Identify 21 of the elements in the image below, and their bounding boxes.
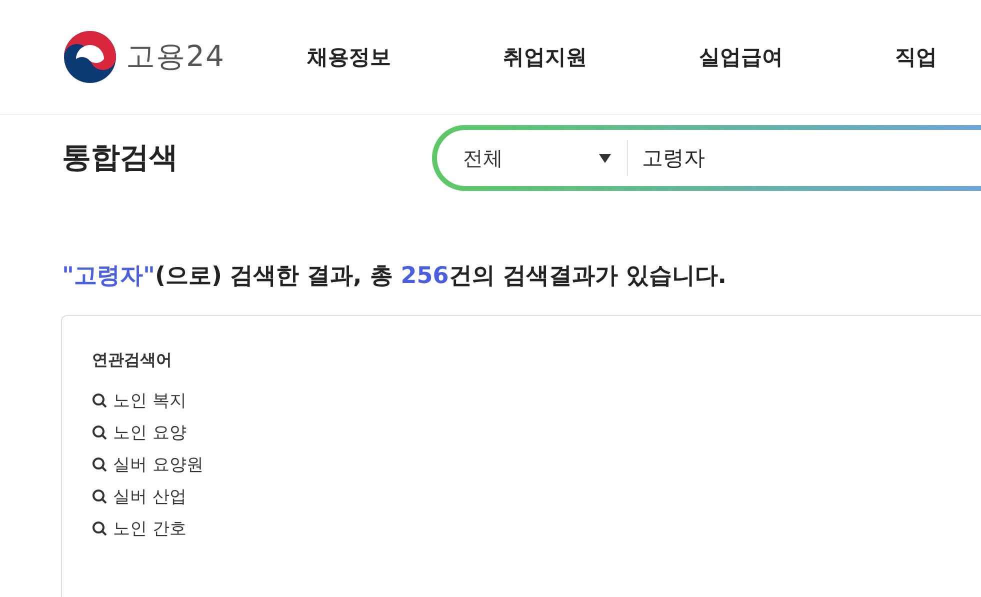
category-dropdown[interactable]: 전체: [437, 130, 627, 186]
search-icon: [92, 521, 107, 536]
related-keyword-link[interactable]: 실버 산업: [92, 485, 186, 508]
related-keyword-link[interactable]: 노인 요양: [92, 421, 186, 444]
nav-link[interactable]: 직업: [895, 43, 981, 71]
search-icon: [92, 393, 107, 408]
result-summary-text: "고령자"(으로) 검색한 결과, 총 256건의 검색결과가 있습니다.: [62, 262, 728, 291]
card-title: 연관검색어: [92, 350, 173, 371]
nav-link[interactable]: 채용정보: [307, 43, 393, 71]
search-icon: [92, 489, 107, 504]
nav-link[interactable]: 실업급여: [699, 43, 785, 71]
nav-link[interactable]: 취업지원: [503, 43, 589, 71]
emblem-icon: [62, 29, 118, 85]
caret-icon: [599, 154, 611, 162]
related-keyword-link[interactable]: 노인 간호: [92, 517, 186, 540]
related-keyword-link[interactable]: 실버 요양원: [92, 453, 204, 476]
logo-text[interactable]: 고용24: [126, 37, 225, 77]
related-keyword-link[interactable]: 노인 복지: [92, 389, 186, 412]
search-icon: [92, 425, 107, 440]
page-title: 통합검색: [62, 139, 179, 176]
search-icon: [92, 457, 107, 472]
